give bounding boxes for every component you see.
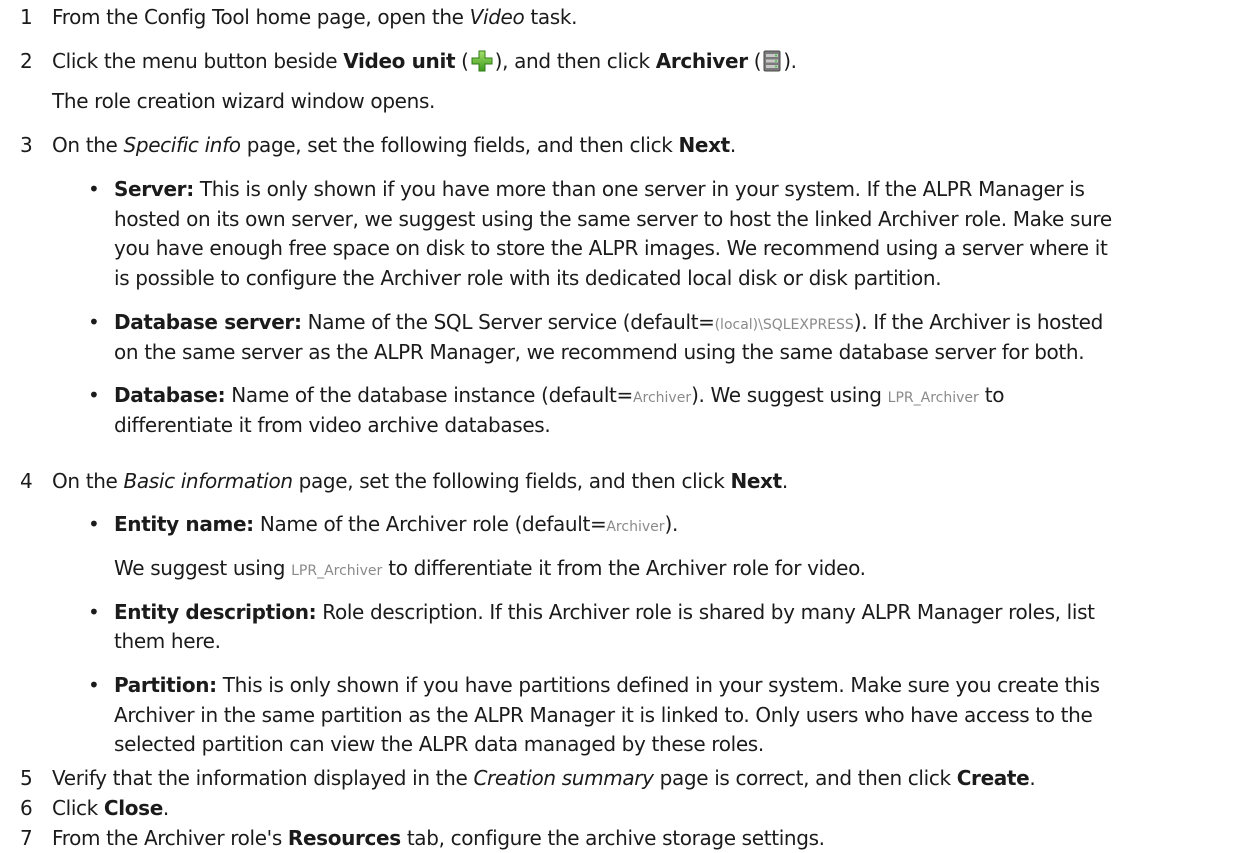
server-field-line: hosted on its own server, we suggest usi… [114,207,1112,231]
database-server-field-line: Database server: Name of the SQL Server … [114,310,1103,334]
entity-description-field-line: Entity description: Role description. If… [114,600,1095,624]
server-field-line: you have enough free space on disk to st… [114,236,1108,260]
step-2-result: The role creation wizard window opens. [52,89,436,113]
entity-name-field-line: Entity name: Name of the Archiver role (… [114,512,678,536]
server-field-line: is possible to configure the Archiver ro… [114,266,942,290]
database-field-line: differentiate it from video archive data… [114,413,551,437]
code-value: Archiver [632,390,692,406]
bullet-glyph: • [88,673,100,697]
step-2-text: Click the menu button beside Video unit … [52,47,797,80]
step-7-text: From the Archiver role's Resources tab, … [52,826,825,850]
step-number: 7 [20,826,33,850]
code-value: LPR_Archiver [291,563,383,579]
partition-field-line: Archiver in the same partition as the AL… [114,703,1093,727]
archiver-icon [763,50,781,80]
step-number: 5 [20,766,33,790]
step-number: 4 [20,469,33,493]
step-number: 1 [20,5,33,29]
bullet-glyph: • [88,383,100,407]
bullet-glyph: • [88,600,100,624]
bullet-glyph: • [88,310,100,334]
database-field-line: Database: Name of the database instance … [114,383,1005,407]
plus-icon [471,50,493,80]
code-value: (local)\SQLEXPRESS [714,317,854,333]
step-number: 2 [20,49,33,73]
partition-field-line: selected partition can view the ALPR dat… [114,732,764,756]
step-4-text: On the Basic information page, set the f… [52,469,788,493]
bullet-glyph: • [88,177,100,201]
entity-description-field-line: them here. [114,629,221,653]
step-6-text: Click Close. [52,796,169,820]
partition-field-line: Partition: This is only shown if you hav… [114,673,1100,697]
entity-name-note: We suggest using LPR_Archiver to differe… [114,556,866,580]
database-server-field-line: on the same server as the ALPR Manager, … [114,340,1085,364]
bullet-glyph: • [88,512,100,536]
code-value: Archiver [606,519,665,535]
server-field-line: Server: This is only shown if you have m… [114,177,1085,201]
step-number: 6 [20,796,33,820]
code-value: LPR_Archiver [887,390,979,406]
step-1-text: From the Config Tool home page, open the… [52,5,578,29]
step-3-text: On the Specific info page, set the follo… [52,133,736,157]
step-5-text: Verify that the information displayed in… [52,766,1036,790]
step-number: 3 [20,133,33,157]
